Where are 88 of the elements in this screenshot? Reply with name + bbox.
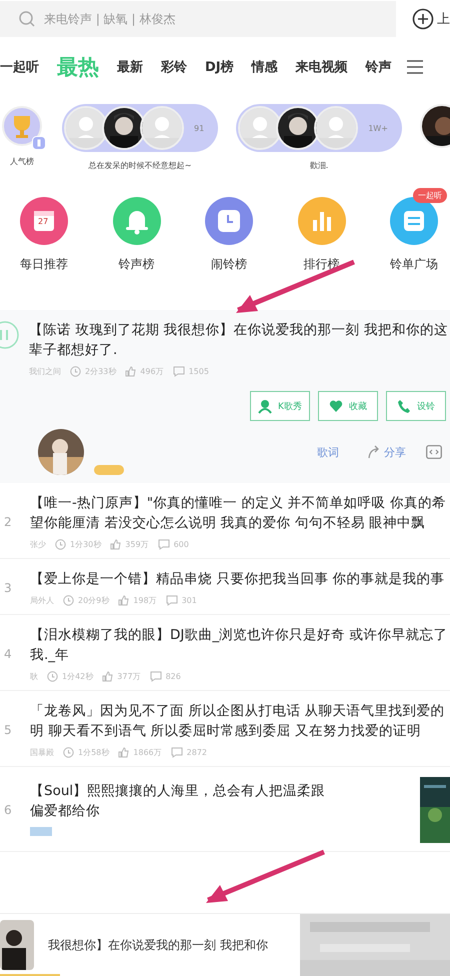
tag — [30, 826, 52, 836]
code-icon — [426, 445, 442, 459]
category-label[interactable]: 每日推荐 — [20, 256, 68, 273]
comment-icon — [170, 747, 183, 758]
rank-number: 3 — [4, 580, 12, 594]
date-label: 27 — [38, 217, 48, 226]
play-count: 198万 — [133, 595, 157, 606]
comment-count: 2872 — [186, 748, 207, 757]
tab[interactable]: 铃声 — [356, 58, 401, 76]
thumbs-up-icon — [118, 595, 130, 606]
song-title[interactable]: 【唯一-热门原声】"你真的懂唯一 的定义 并不简单如呼吸 你真的希 — [30, 493, 450, 513]
category-label[interactable]: 闹铃榜 — [211, 256, 247, 273]
comment-icon — [158, 539, 170, 550]
phone-icon — [397, 398, 411, 414]
song-title[interactable]: 【爱上你是一个错】精品串烧 只要你把我当回事 你的事就是我的事 — [30, 569, 450, 589]
upload-button[interactable]: 上 — [412, 8, 450, 30]
comment-count: 1505 — [188, 367, 209, 376]
tab[interactable]: 情感 — [242, 58, 287, 76]
tab[interactable]: 来电视频 — [286, 58, 357, 76]
clock-icon — [55, 539, 66, 550]
thumbs-up-icon — [125, 366, 136, 377]
song-title[interactable]: 我很想你】在你说爱我的那一刻 我把和你 — [48, 936, 286, 954]
sing-icon — [258, 398, 272, 414]
duration: 2分33秒 — [85, 366, 116, 377]
comment-icon — [166, 595, 178, 606]
member-count: 1W+ — [368, 124, 388, 132]
bars-icon[interactable] — [296, 196, 346, 246]
rank-number: 4 — [4, 646, 12, 660]
song-title[interactable]: 偏爱都给你 — [30, 800, 402, 820]
rank-number: 6 — [4, 803, 12, 817]
comment-count: 301 — [182, 596, 197, 605]
tab[interactable]: DJ榜 — [196, 58, 243, 76]
category-label[interactable]: 铃单广场 — [390, 256, 438, 273]
caption: 歡沺. — [310, 160, 328, 171]
song-title[interactable]: 望你能厘清 若没交心怎么说明 我真的爱你 句句不轻易 眼神中飘 — [30, 513, 450, 533]
clock-icon[interactable] — [204, 196, 254, 246]
duration: 1分42秒 — [62, 671, 94, 682]
song-title[interactable]: 我._年 — [30, 645, 450, 665]
clock-icon — [63, 747, 74, 758]
clock-icon — [63, 595, 74, 606]
thumbs-up-icon — [102, 671, 114, 682]
song-title[interactable]: 「龙卷风」因为见不了面 所以企图从打电话 从聊天语气里找到爱的 — [30, 701, 450, 721]
thumbs-up-icon — [118, 747, 130, 758]
calendar-icon[interactable] — [19, 196, 69, 246]
tab[interactable]: 彩铃 — [152, 58, 196, 76]
share-arrow-icon — [367, 445, 380, 459]
comment-count: 600 — [174, 540, 189, 549]
comment-icon — [150, 671, 162, 682]
song-title[interactable]: 【泪水模糊了我的眼】DJ歌曲_浏览也许你只是好奇 或许你早就忘了 — [30, 625, 450, 645]
tab[interactable]: 一起听 — [0, 58, 48, 76]
badge-icon — [32, 136, 46, 150]
member-count: 91 — [194, 124, 204, 132]
play-count: 1866万 — [133, 747, 162, 758]
rank-number: 2 — [4, 514, 12, 528]
rank-number: 5 — [4, 722, 12, 736]
tab[interactable]: 最新 — [108, 58, 152, 76]
author-name: 国暴殿 — [30, 747, 54, 758]
menu-icon — [406, 59, 423, 75]
song-title[interactable]: 【陈诺 玫瑰到了花期 我很想你】在你说爱我的那一刻 我把和你的这 — [29, 320, 450, 340]
duration: 1分58秒 — [78, 747, 110, 758]
comment-icon — [172, 366, 185, 377]
author-name: 耿 — [30, 671, 38, 682]
thumbs-up-icon — [110, 539, 122, 550]
play-count: 359万 — [125, 539, 149, 550]
badge: 一起听 — [413, 188, 447, 203]
clock-icon — [70, 366, 81, 377]
caption: 总在发呆的时候不经意想起~ — [88, 160, 192, 171]
author-name: 张少 — [30, 539, 46, 550]
search-field[interactable]: 来电铃声 | 缺氧 | 林俊杰 — [44, 12, 244, 26]
comment-count: 826 — [166, 672, 181, 681]
trophy-icon — [2, 106, 42, 146]
level-badge — [94, 465, 124, 475]
plus-icon — [412, 8, 434, 30]
duration: 20分9秒 — [78, 595, 110, 606]
song-title[interactable]: 辈子都想好了. — [29, 340, 450, 360]
song-title[interactable]: 明 聊天看不到语气 所以委屈时常感到委屈 又在努力找爱的证明 — [30, 721, 450, 741]
clock-icon — [47, 671, 58, 682]
author-name: 我们之间 — [29, 366, 61, 377]
bell-icon[interactable] — [112, 196, 162, 246]
heart-icon — [329, 398, 343, 414]
song-title[interactable]: 【Soul】熙熙攘攘的人海里，总会有人把温柔跟 — [30, 780, 402, 800]
search-icon — [18, 10, 36, 28]
author-name: 局外人 — [30, 595, 54, 606]
caption: 人气榜 — [10, 156, 34, 167]
play-count: 377万 — [117, 671, 141, 682]
category-label[interactable]: 铃声榜 — [118, 256, 154, 273]
duration: 1分30秒 — [70, 539, 102, 550]
play-count: 496万 — [140, 366, 164, 377]
